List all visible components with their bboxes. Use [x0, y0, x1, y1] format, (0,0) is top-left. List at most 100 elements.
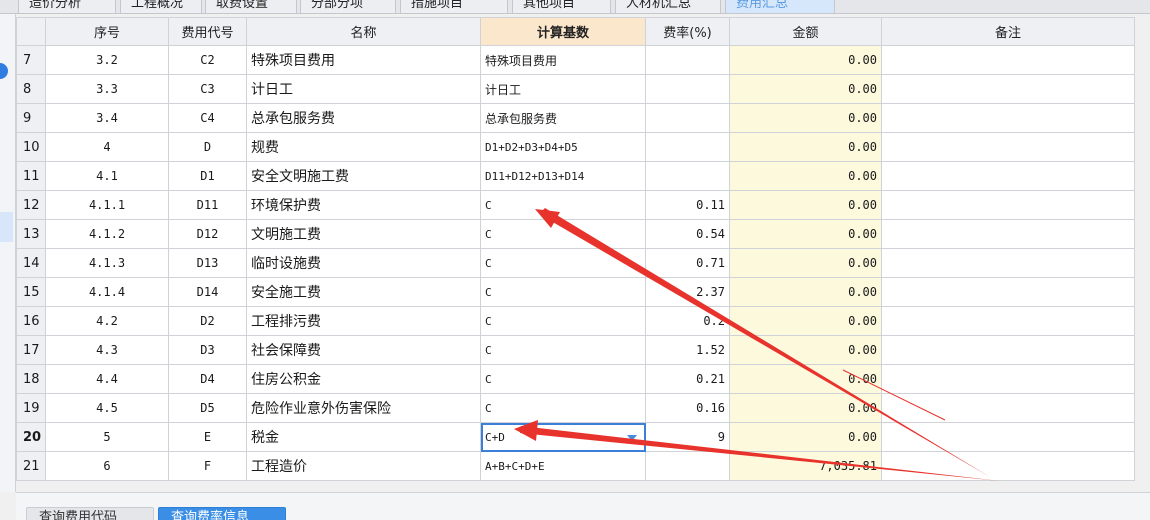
code-cell[interactable]: D2: [168, 306, 247, 336]
code-cell[interactable]: C4: [168, 103, 247, 133]
name-cell[interactable]: 计日工: [246, 74, 481, 104]
name-cell[interactable]: 住房公积金: [246, 364, 481, 394]
seq-cell[interactable]: 3.4: [45, 103, 169, 133]
code-cell[interactable]: D5: [168, 393, 247, 423]
rate-cell[interactable]: [645, 74, 730, 104]
rate-cell[interactable]: 0.54: [645, 219, 730, 249]
amount-cell[interactable]: 0.00: [729, 393, 882, 423]
base-cell[interactable]: 特殊项目费用: [480, 45, 646, 75]
base-cell[interactable]: C: [480, 393, 646, 423]
note-cell[interactable]: [881, 248, 1135, 278]
seq-cell[interactable]: 4: [45, 132, 169, 162]
seq-cell[interactable]: 4.1.3: [45, 248, 169, 278]
seq-cell[interactable]: 4.1.4: [45, 277, 169, 307]
table-row[interactable]: 18 4.4 D4 住房公积金 C 0.21 0.00: [16, 364, 1135, 394]
amount-cell[interactable]: 0.00: [729, 248, 882, 278]
note-cell[interactable]: [881, 45, 1135, 75]
code-cell[interactable]: C3: [168, 74, 247, 104]
seq-cell[interactable]: 4.1.1: [45, 190, 169, 220]
table-row[interactable]: 15 4.1.4 D14 安全施工费 C 2.37 0.00: [16, 277, 1135, 307]
name-cell[interactable]: 总承包服务费: [246, 103, 481, 133]
header-amount[interactable]: 金额: [729, 17, 882, 46]
note-cell[interactable]: [881, 132, 1135, 162]
note-cell[interactable]: [881, 335, 1135, 365]
tab-5[interactable]: 其他项目: [512, 0, 611, 13]
note-cell[interactable]: [881, 74, 1135, 104]
name-cell[interactable]: 环境保护费: [246, 190, 481, 220]
tab-7[interactable]: 费用汇总: [725, 0, 835, 13]
header-rate[interactable]: 费率(%): [645, 17, 730, 46]
seq-cell[interactable]: 4.1: [45, 161, 169, 191]
amount-cell[interactable]: 0.00: [729, 364, 882, 394]
base-cell[interactable]: D11+D12+D13+D14: [480, 161, 646, 191]
amount-cell[interactable]: 7,035.81: [729, 451, 882, 481]
base-cell[interactable]: C: [480, 277, 646, 307]
note-cell[interactable]: [881, 103, 1135, 133]
table-row[interactable]: 21 6 F 工程造价 A+B+C+D+E 7,035.81: [16, 451, 1135, 481]
amount-cell[interactable]: 0.00: [729, 45, 882, 75]
info-icon[interactable]: [0, 63, 8, 79]
tab-2[interactable]: 取费设置: [205, 0, 297, 13]
rate-cell[interactable]: [645, 451, 730, 481]
note-cell[interactable]: [881, 277, 1135, 307]
note-cell[interactable]: [881, 393, 1135, 423]
name-cell[interactable]: 安全施工费: [246, 277, 481, 307]
code-cell[interactable]: D14: [168, 277, 247, 307]
code-cell[interactable]: D4: [168, 364, 247, 394]
base-cell[interactable]: D1+D2+D3+D4+D5: [480, 132, 646, 162]
table-row[interactable]: 17 4.3 D3 社会保障费 C 1.52 0.00: [16, 335, 1135, 365]
rate-cell[interactable]: [645, 45, 730, 75]
rate-cell[interactable]: 0.11: [645, 190, 730, 220]
tab-3[interactable]: 分部分项: [300, 0, 396, 13]
note-cell[interactable]: [881, 364, 1135, 394]
header-code[interactable]: 费用代号: [168, 17, 247, 46]
note-cell[interactable]: [881, 422, 1135, 452]
base-cell[interactable]: 总承包服务费: [480, 103, 646, 133]
note-cell[interactable]: [881, 190, 1135, 220]
amount-cell[interactable]: 0.00: [729, 103, 882, 133]
header-base[interactable]: 计算基数: [480, 17, 646, 46]
amount-cell[interactable]: 0.00: [729, 132, 882, 162]
dropdown-caret-icon[interactable]: [627, 435, 637, 441]
tab-1[interactable]: 工程概况: [120, 0, 202, 13]
tab-0[interactable]: 造价分析: [18, 0, 116, 13]
code-cell[interactable]: E: [168, 422, 247, 452]
rate-cell[interactable]: 1.52: [645, 335, 730, 365]
note-cell[interactable]: [881, 451, 1135, 481]
note-cell[interactable]: [881, 306, 1135, 336]
header-name[interactable]: 名称: [246, 17, 481, 46]
name-cell[interactable]: 工程排污费: [246, 306, 481, 336]
name-cell[interactable]: 危险作业意外伤害保险: [246, 393, 481, 423]
table-row[interactable]: 9 3.4 C4 总承包服务费 总承包服务费 0.00: [16, 103, 1135, 133]
query-fee-code-button[interactable]: 查询费用代码: [26, 507, 154, 520]
name-cell[interactable]: 特殊项目费用: [246, 45, 481, 75]
name-cell[interactable]: 文明施工费: [246, 219, 481, 249]
base-cell[interactable]: C: [480, 335, 646, 365]
rate-cell[interactable]: [645, 103, 730, 133]
code-cell[interactable]: D11: [168, 190, 247, 220]
amount-cell[interactable]: 0.00: [729, 74, 882, 104]
seq-cell[interactable]: 5: [45, 422, 169, 452]
seq-cell[interactable]: 4.5: [45, 393, 169, 423]
seq-cell[interactable]: 4.1.2: [45, 219, 169, 249]
query-fee-rate-button[interactable]: 查询费率信息: [158, 507, 286, 520]
code-cell[interactable]: D3: [168, 335, 247, 365]
table-row[interactable]: 8 3.3 C3 计日工 计日工 0.00: [16, 74, 1135, 104]
seq-cell[interactable]: 4.4: [45, 364, 169, 394]
table-row[interactable]: 7 3.2 C2 特殊项目费用 特殊项目费用 0.00: [16, 45, 1135, 75]
code-cell[interactable]: D13: [168, 248, 247, 278]
tab-6[interactable]: 人材机汇总: [615, 0, 721, 13]
name-cell[interactable]: 社会保障费: [246, 335, 481, 365]
code-cell[interactable]: C2: [168, 45, 247, 75]
base-cell[interactable]: C+D: [480, 422, 646, 452]
table-row[interactable]: 19 4.5 D5 危险作业意外伤害保险 C 0.16 0.00: [16, 393, 1135, 423]
base-cell[interactable]: A+B+C+D+E: [480, 451, 646, 481]
table-row[interactable]: 13 4.1.2 D12 文明施工费 C 0.54 0.00: [16, 219, 1135, 249]
name-cell[interactable]: 规费: [246, 132, 481, 162]
name-cell[interactable]: 安全文明施工费: [246, 161, 481, 191]
table-row[interactable]: 20 5 E 税金 C+D 9 0.00: [16, 422, 1135, 452]
code-cell[interactable]: F: [168, 451, 247, 481]
rate-cell[interactable]: [645, 161, 730, 191]
note-cell[interactable]: [881, 161, 1135, 191]
amount-cell[interactable]: 0.00: [729, 277, 882, 307]
